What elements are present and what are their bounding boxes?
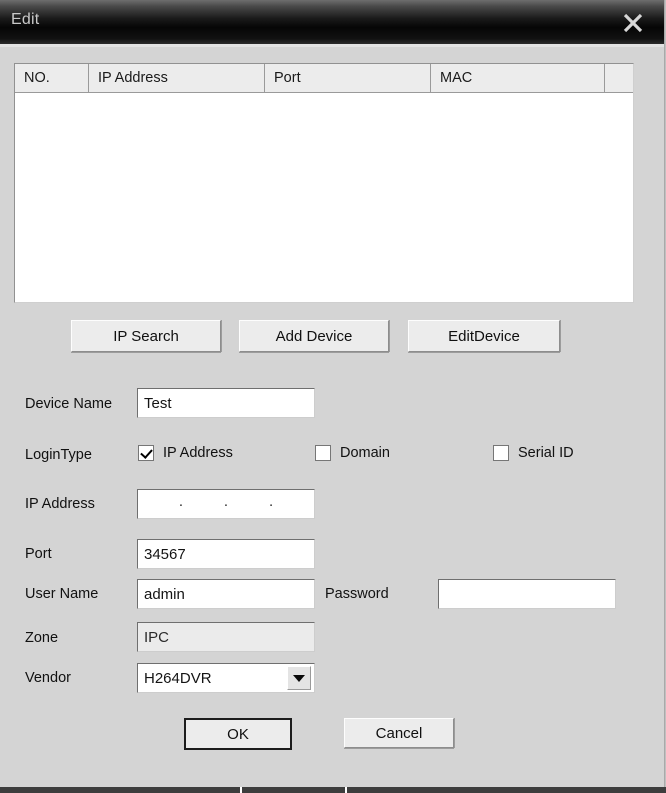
table-column-extra[interactable] [605, 64, 633, 93]
vendor-label: Vendor [25, 670, 71, 686]
login-type-ip-address-checkbox[interactable]: IP Address [138, 445, 233, 461]
table-column-mac[interactable]: MAC [431, 64, 605, 93]
cancel-button[interactable]: Cancel [344, 718, 454, 748]
ip-octet-3[interactable] [228, 490, 269, 518]
login-type-domain-label: Domain [340, 445, 390, 461]
login-type-domain-checkbox[interactable]: Domain [315, 445, 390, 461]
table-column-no[interactable]: NO. [15, 64, 89, 93]
login-type-ip-address-label: IP Address [163, 445, 233, 461]
table-column-ip-address[interactable]: IP Address [89, 64, 265, 93]
device-list-table[interactable]: NO. IP Address Port MAC [14, 63, 634, 303]
vendor-select[interactable]: H264DVR [137, 663, 315, 693]
login-type-serial-id-checkbox[interactable]: Serial ID [493, 445, 574, 461]
checkbox-checked-icon [138, 445, 154, 461]
ip-octet-4[interactable] [273, 490, 314, 518]
window-bottom-edge [0, 787, 666, 793]
checkbox-unchecked-icon [315, 445, 331, 461]
bottom-edge-notch [240, 787, 242, 793]
zone-label: Zone [25, 630, 59, 646]
login-type-label: LoginType [25, 447, 92, 463]
port-label: Port [25, 546, 52, 562]
checkbox-unchecked-icon [493, 445, 509, 461]
device-name-label: Device Name [25, 396, 113, 412]
table-header-row: NO. IP Address Port MAC [15, 64, 633, 93]
add-device-button[interactable]: Add Device [239, 320, 389, 352]
titlebar-separator [0, 44, 666, 47]
device-name-input[interactable]: Test [137, 388, 315, 418]
password-label: Password [325, 586, 389, 602]
ip-address-label: IP Address [25, 496, 95, 512]
bottom-edge-notch [345, 787, 347, 793]
ip-octet-1[interactable] [138, 490, 179, 518]
edit-device-button[interactable]: EditDevice [408, 320, 560, 352]
ip-search-button[interactable]: IP Search [71, 320, 221, 352]
password-input[interactable] [438, 579, 616, 609]
edit-device-dialog: Edit NO. IP Address Port MAC IP Search A… [0, 0, 666, 793]
zone-input[interactable]: IPC [137, 622, 315, 652]
window-titlebar[interactable]: Edit [0, 0, 666, 44]
vendor-selected-value: H264DVR [144, 669, 212, 687]
chevron-down-icon[interactable] [287, 666, 311, 690]
table-body[interactable] [15, 93, 633, 302]
port-input[interactable]: 34567 [137, 539, 315, 569]
ip-octet-2[interactable] [183, 490, 224, 518]
user-name-input[interactable]: admin [137, 579, 315, 609]
user-name-label: User Name [25, 586, 99, 602]
window-title: Edit [11, 11, 40, 28]
ok-button[interactable]: OK [184, 718, 292, 750]
login-type-serial-id-label: Serial ID [518, 445, 574, 461]
close-icon[interactable] [616, 6, 650, 40]
ip-address-input[interactable]: . . . [137, 489, 315, 519]
table-column-port[interactable]: Port [265, 64, 431, 93]
